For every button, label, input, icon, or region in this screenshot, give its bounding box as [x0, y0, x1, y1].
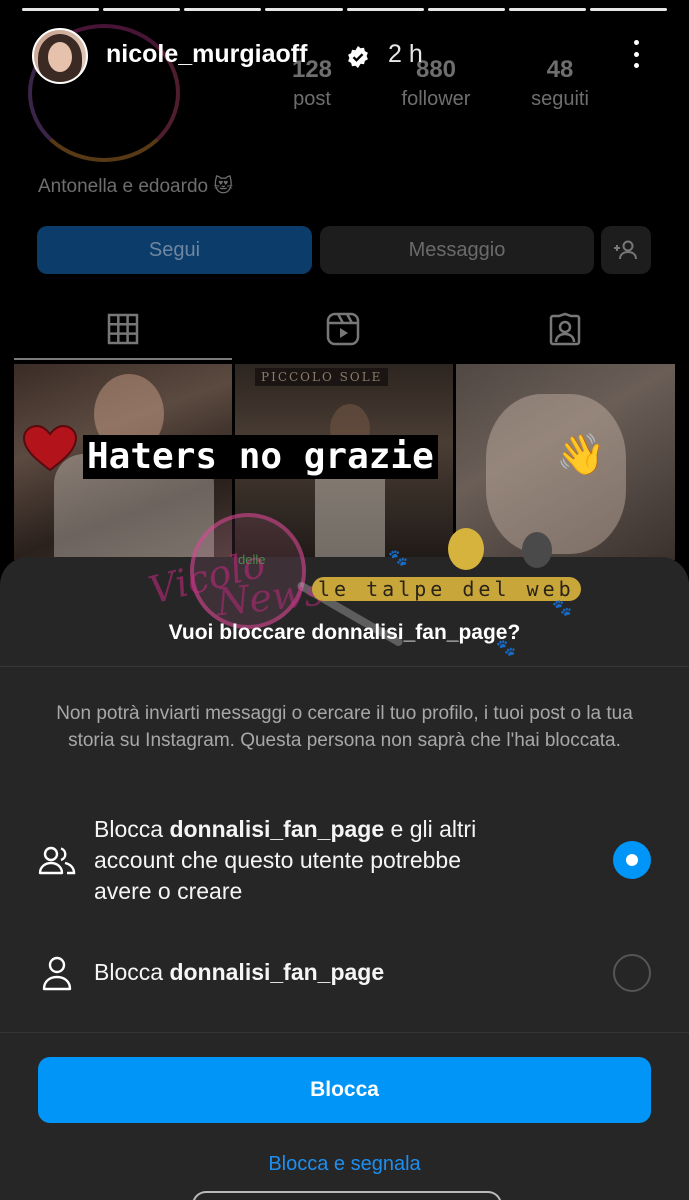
waving-hand-icon: 👋: [556, 433, 606, 477]
tagged-tab-icon: [548, 312, 582, 346]
reels-tab-icon: [326, 312, 360, 346]
verified-badge-icon: [348, 46, 368, 68]
radio-selected[interactable]: [613, 841, 651, 879]
dialog-title: Vuoi bloccare donnalisi_fan_page?: [168, 621, 521, 644]
block-and-report-link[interactable]: Blocca e segnala: [0, 1153, 689, 1176]
stat-label: seguiti: [531, 88, 589, 110]
add-person-icon: [614, 240, 637, 260]
stat-following: 48 seguiti: [505, 56, 615, 111]
avatar-face: [48, 42, 72, 72]
story-caption: Haters no grazie: [83, 435, 438, 479]
option-text: avere o creare: [94, 878, 243, 904]
stat-label: follower: [401, 88, 471, 110]
paw-icon: 🐾: [552, 600, 572, 617]
option-label: Blocca donnalisi_fan_page: [94, 957, 384, 988]
active-tab-indicator: [14, 358, 232, 360]
follow-button: Segui: [37, 226, 312, 274]
more-vertical-icon: [633, 40, 639, 45]
option-text: Blocca: [94, 959, 170, 985]
option-label: Blocca donnalisi_fan_page e gli altri ac…: [94, 814, 476, 907]
option-text: Blocca: [94, 816, 170, 842]
people-icon: [38, 846, 76, 875]
block-button[interactable]: Blocca: [38, 1057, 651, 1123]
watermark-text: le talpe del web: [312, 577, 581, 601]
option-text: account che questo utente potrebbe: [94, 847, 462, 873]
red-heart-icon: [22, 424, 78, 472]
grid-tab-icon: [106, 312, 140, 346]
watermark-mole-icon: [448, 528, 484, 570]
stat-number: 48: [546, 56, 574, 83]
watermark-text: delle: [238, 552, 266, 567]
option-account: donnalisi_fan_page: [169, 959, 385, 985]
option-account: donnalisi_fan_page: [169, 816, 385, 842]
more-vertical-icon: [633, 63, 639, 68]
option-text: e gli altri: [384, 816, 477, 842]
add-person-button: [601, 226, 651, 274]
message-button: Messaggio: [320, 226, 594, 274]
paw-icon: 🐾: [388, 550, 408, 567]
home-indicator: [192, 1191, 502, 1200]
story-username[interactable]: nicole_murgiaoff: [106, 40, 307, 69]
more-vertical-icon: [633, 51, 639, 57]
radio-unselected[interactable]: [613, 954, 651, 992]
divider: [0, 1032, 689, 1033]
story-avatar[interactable]: [32, 28, 88, 84]
story-timestamp: 2 h: [388, 40, 423, 68]
divider: [0, 666, 689, 667]
person-icon: [42, 956, 72, 991]
dialog-description: Non potrà inviarti messaggi o cercare il…: [56, 703, 633, 751]
stat-label: post: [293, 88, 331, 110]
profile-bio: Antonella e edoardo 😻: [38, 176, 234, 197]
more-options-button[interactable]: [626, 38, 646, 70]
grid-post-label: PICCOLO SOLE: [255, 368, 389, 386]
watermark-mole-icon: [522, 532, 552, 568]
